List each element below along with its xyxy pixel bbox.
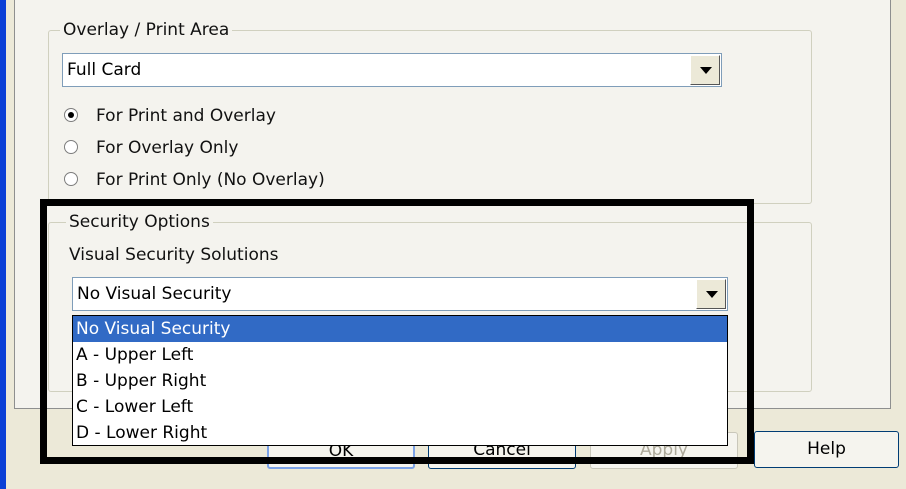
radio-checked-dot bbox=[68, 112, 74, 118]
print-area-dropdown-button[interactable] bbox=[690, 55, 720, 85]
print-area-combo[interactable]: Full Card bbox=[62, 53, 722, 87]
radio-label: For Overlay Only bbox=[96, 138, 239, 158]
radio-button[interactable] bbox=[64, 172, 78, 186]
print-area-combo-value: Full Card bbox=[67, 60, 142, 80]
radio-label: For Print and Overlay bbox=[96, 106, 276, 126]
help-button[interactable]: Help bbox=[754, 431, 899, 468]
callout-highlight-box bbox=[40, 199, 754, 464]
radio-label: For Print Only (No Overlay) bbox=[96, 170, 325, 190]
radio-button[interactable] bbox=[64, 140, 78, 154]
overlay-print-area-title: Overlay / Print Area bbox=[60, 20, 233, 40]
radio-button[interactable] bbox=[64, 108, 78, 122]
chevron-down-icon bbox=[700, 67, 712, 74]
